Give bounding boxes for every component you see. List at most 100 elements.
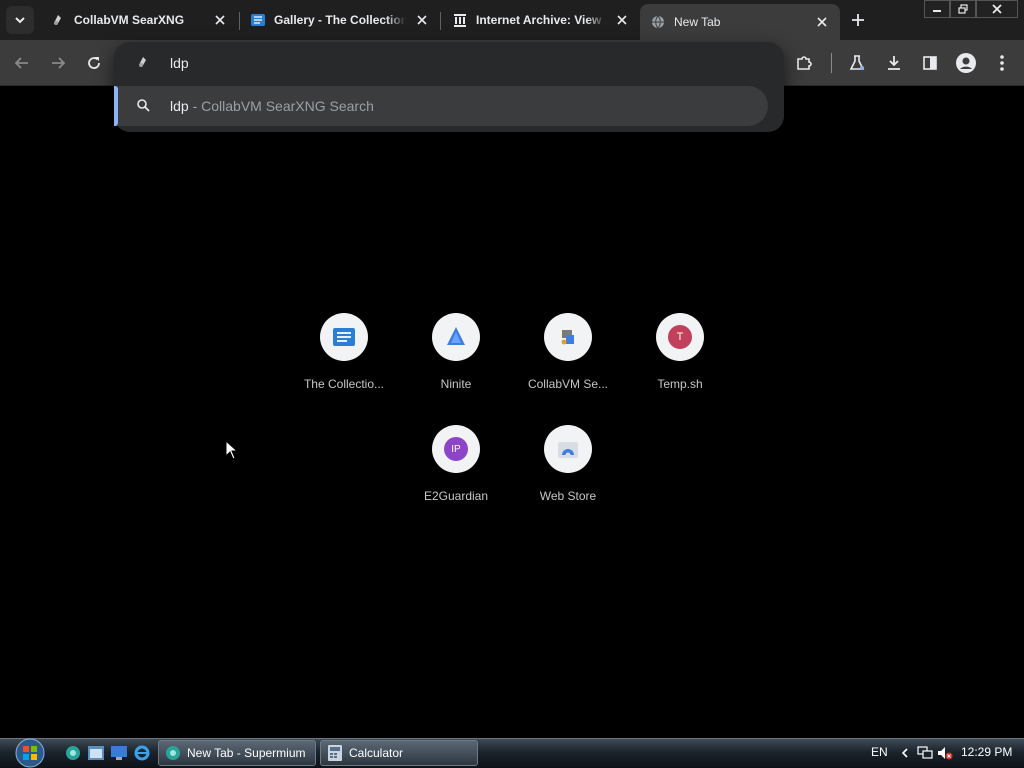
chevron-down-icon bbox=[15, 17, 25, 24]
labs-button[interactable] bbox=[845, 51, 869, 75]
close-tab-icon[interactable] bbox=[614, 12, 630, 28]
shortcut-letter: IP bbox=[451, 443, 461, 455]
taskbar-item-calculator[interactable]: Calculator bbox=[320, 740, 478, 766]
calculator-icon bbox=[327, 745, 343, 761]
webstore-icon bbox=[558, 442, 578, 458]
network-tray-button[interactable] bbox=[916, 745, 934, 761]
searxng-icon bbox=[561, 330, 574, 345]
quicklaunch-internet-explorer[interactable] bbox=[133, 745, 151, 761]
shortcut-collabvm-searxng[interactable]: CollabVM Se... bbox=[512, 313, 624, 425]
speaker-muted-icon bbox=[938, 747, 953, 760]
omnibox-suggestion[interactable]: ldp - CollabVM SearXNG Search bbox=[114, 86, 768, 126]
minimize-button[interactable] bbox=[924, 0, 950, 18]
suggestion-query: ldp bbox=[170, 98, 189, 114]
shortcut-letter: T bbox=[676, 331, 684, 343]
minimize-icon bbox=[933, 10, 941, 12]
network-icon bbox=[917, 746, 933, 759]
shortcut-label: CollabVM Se... bbox=[527, 377, 609, 391]
ninite-icon bbox=[447, 327, 465, 345]
tab-new-tab[interactable]: New Tab bbox=[640, 4, 840, 40]
searxng-icon bbox=[50, 12, 66, 28]
show-hidden-icons-button[interactable] bbox=[896, 745, 914, 761]
internet-explorer-icon bbox=[134, 745, 150, 761]
tab-title: CollabVM SearXNG bbox=[74, 13, 185, 27]
shortcut-label: E2Guardian bbox=[423, 489, 489, 503]
tab-internet-archive[interactable]: Internet Archive: View Archive bbox=[442, 4, 640, 36]
restore-button[interactable] bbox=[950, 0, 976, 18]
more-vert-icon bbox=[1000, 55, 1004, 71]
omnibox-popup: ldp ldp - CollabVM SearXNG Search bbox=[114, 42, 784, 132]
address-bar-text[interactable]: ldp bbox=[170, 55, 189, 71]
close-tab-icon[interactable] bbox=[814, 14, 830, 30]
taskbar-item-label: Calculator bbox=[349, 746, 404, 760]
toolbar-divider bbox=[831, 53, 832, 73]
profile-button[interactable] bbox=[954, 51, 978, 75]
clock[interactable]: 12:29 PM bbox=[961, 745, 1012, 759]
searxng-icon bbox=[136, 55, 152, 71]
suggestion-text: ldp - CollabVM SearXNG Search bbox=[170, 98, 374, 114]
shortcut-label: Temp.sh bbox=[657, 377, 703, 391]
close-tab-icon[interactable] bbox=[212, 12, 228, 28]
close-window-button[interactable] bbox=[976, 0, 1018, 18]
downloads-button[interactable] bbox=[882, 51, 906, 75]
window-controls bbox=[924, 0, 1018, 18]
suggestion-engine: CollabVM SearXNG Search bbox=[201, 98, 374, 114]
shortcut-icon-circle: IP bbox=[432, 425, 480, 473]
forward-button[interactable] bbox=[46, 51, 70, 75]
shortcut-ninite[interactable]: Ninite bbox=[400, 313, 512, 425]
browser-icon bbox=[66, 746, 80, 760]
tab-title: Internet Archive: View Archive bbox=[476, 13, 606, 27]
globe-icon bbox=[650, 14, 666, 30]
reload-button[interactable] bbox=[82, 51, 106, 75]
language-indicator[interactable]: EN bbox=[871, 745, 888, 759]
shortcut-label: Web Store bbox=[539, 489, 597, 503]
restore-icon bbox=[958, 4, 968, 14]
back-button[interactable] bbox=[10, 51, 34, 75]
taskbar-item-label: New Tab - Supermium bbox=[187, 746, 306, 760]
shortcut-temp-sh[interactable]: T Temp.sh bbox=[624, 313, 736, 425]
address-bar[interactable]: ldp bbox=[114, 42, 784, 84]
shortcut-label: The Collectio... bbox=[303, 377, 385, 391]
shortcut-icon-circle bbox=[432, 313, 480, 361]
avatar-icon bbox=[956, 53, 976, 73]
windows-logo-icon bbox=[15, 738, 45, 768]
close-tab-icon[interactable] bbox=[414, 12, 430, 28]
search-icon bbox=[136, 98, 152, 114]
shortcut-icon-circle bbox=[544, 425, 592, 473]
volume-tray-button[interactable] bbox=[936, 745, 954, 761]
shortcut-icon-circle bbox=[320, 313, 368, 361]
shortcut-icon-circle bbox=[544, 313, 592, 361]
chevron-left-icon bbox=[901, 748, 908, 758]
selection-indicator bbox=[114, 86, 118, 126]
mouse-cursor-icon bbox=[225, 440, 239, 460]
shortcut-label: Ninite bbox=[440, 377, 472, 391]
new-tab-button[interactable] bbox=[846, 8, 870, 32]
download-icon bbox=[888, 56, 900, 70]
reload-icon bbox=[88, 57, 100, 69]
plus-icon bbox=[852, 14, 864, 26]
tab-search-button[interactable] bbox=[6, 6, 34, 34]
shortcut-e2guardian[interactable]: IP E2Guardian bbox=[400, 425, 512, 537]
archive-icon bbox=[452, 12, 468, 28]
puzzle-icon bbox=[797, 56, 812, 70]
side-panel-icon bbox=[923, 56, 937, 70]
arrow-right-icon bbox=[52, 57, 66, 69]
menu-button[interactable] bbox=[990, 51, 1014, 75]
quicklaunch-show-desktop[interactable] bbox=[110, 745, 128, 761]
taskbar-item-browser[interactable]: New Tab - Supermium bbox=[158, 740, 316, 766]
side-panel-button[interactable] bbox=[918, 51, 942, 75]
tab-gallery-collection[interactable]: Gallery - The Collection bbox=[240, 4, 440, 36]
tab-collabvm-searxng[interactable]: CollabVM SearXNG bbox=[40, 4, 238, 36]
quicklaunch-explorer[interactable] bbox=[87, 745, 105, 761]
folder-window-icon bbox=[88, 746, 104, 760]
quicklaunch-browser[interactable] bbox=[64, 745, 82, 761]
start-button[interactable] bbox=[10, 738, 50, 768]
tab-title: New Tab bbox=[674, 15, 721, 29]
shortcut-icon-circle: T bbox=[656, 313, 704, 361]
book-icon bbox=[250, 12, 266, 28]
close-icon bbox=[992, 4, 1002, 14]
shortcut-the-collection[interactable]: The Collectio... bbox=[288, 313, 400, 425]
arrow-left-icon bbox=[14, 57, 28, 69]
shortcut-web-store[interactable]: Web Store bbox=[512, 425, 624, 537]
extensions-button[interactable] bbox=[792, 51, 816, 75]
